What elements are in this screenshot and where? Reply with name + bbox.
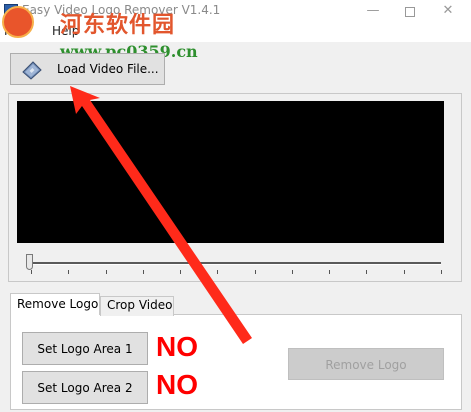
annotation-arrow	[70, 86, 252, 344]
tab-remove-logo[interactable]: Remove Logo	[10, 293, 100, 315]
